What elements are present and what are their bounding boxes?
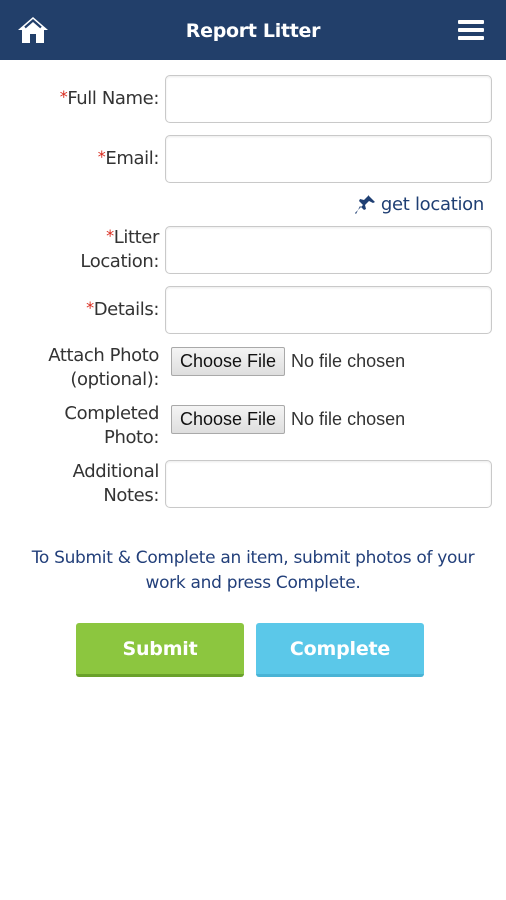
get-location-link[interactable]: get location	[354, 193, 484, 215]
email-input[interactable]	[165, 135, 492, 183]
pushpin-icon	[354, 195, 375, 214]
full-name-label: *Full Name:	[59, 87, 160, 109]
menu-button[interactable]	[456, 18, 488, 44]
completed-photo-choose-file-button[interactable]: Choose File	[171, 404, 286, 434]
full-name-input[interactable]	[165, 75, 492, 123]
attach-photo-status: No file chosen	[291, 350, 406, 371]
hamburger-menu-icon	[458, 20, 484, 24]
completed-photo-status: No file chosen	[291, 408, 406, 429]
attach-photo-label: Attach Photo (optional):	[48, 345, 159, 390]
get-location-label: get location	[380, 193, 484, 215]
complete-button[interactable]: Complete	[256, 623, 424, 677]
completed-photo-label: Completed Photo:	[64, 403, 159, 448]
litter-location-label: *Litter Location:	[80, 226, 159, 272]
instructions-text: To Submit & Complete an item, submit pho…	[31, 548, 475, 593]
attach-photo-choose-file-button[interactable]: Choose File	[171, 346, 286, 376]
required-marker: *	[106, 226, 114, 245]
submit-button[interactable]: Submit	[76, 623, 244, 677]
completed-photo-file-input: Choose File No file chosen	[171, 404, 405, 434]
additional-notes-input[interactable]	[165, 460, 492, 508]
details-input[interactable]	[165, 286, 492, 334]
required-marker: *	[59, 87, 68, 106]
required-marker: *	[86, 298, 94, 317]
page-title: Report Litter	[185, 20, 321, 42]
attach-photo-file-input: Choose File No file chosen	[171, 346, 405, 376]
details-label: *Details:	[86, 298, 159, 320]
email-label: *Email:	[97, 147, 160, 169]
additional-notes-label: Additional Notes:	[72, 461, 160, 506]
litter-location-input[interactable]	[165, 226, 492, 274]
required-marker: *	[97, 147, 106, 166]
app-header: Report Litter	[0, 0, 506, 60]
